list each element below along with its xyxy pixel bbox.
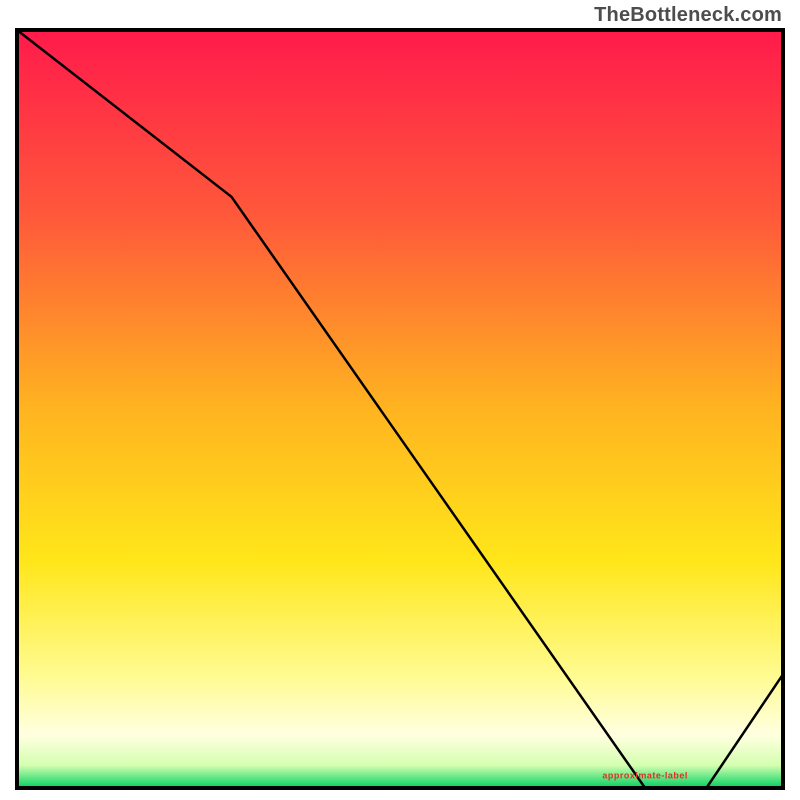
chart-svg: approximate-label bbox=[0, 0, 800, 800]
annotation-label: approximate-label bbox=[602, 770, 688, 780]
chart-container: TheBottleneck.com approximate-label bbox=[0, 0, 800, 800]
plot-background bbox=[17, 30, 783, 788]
